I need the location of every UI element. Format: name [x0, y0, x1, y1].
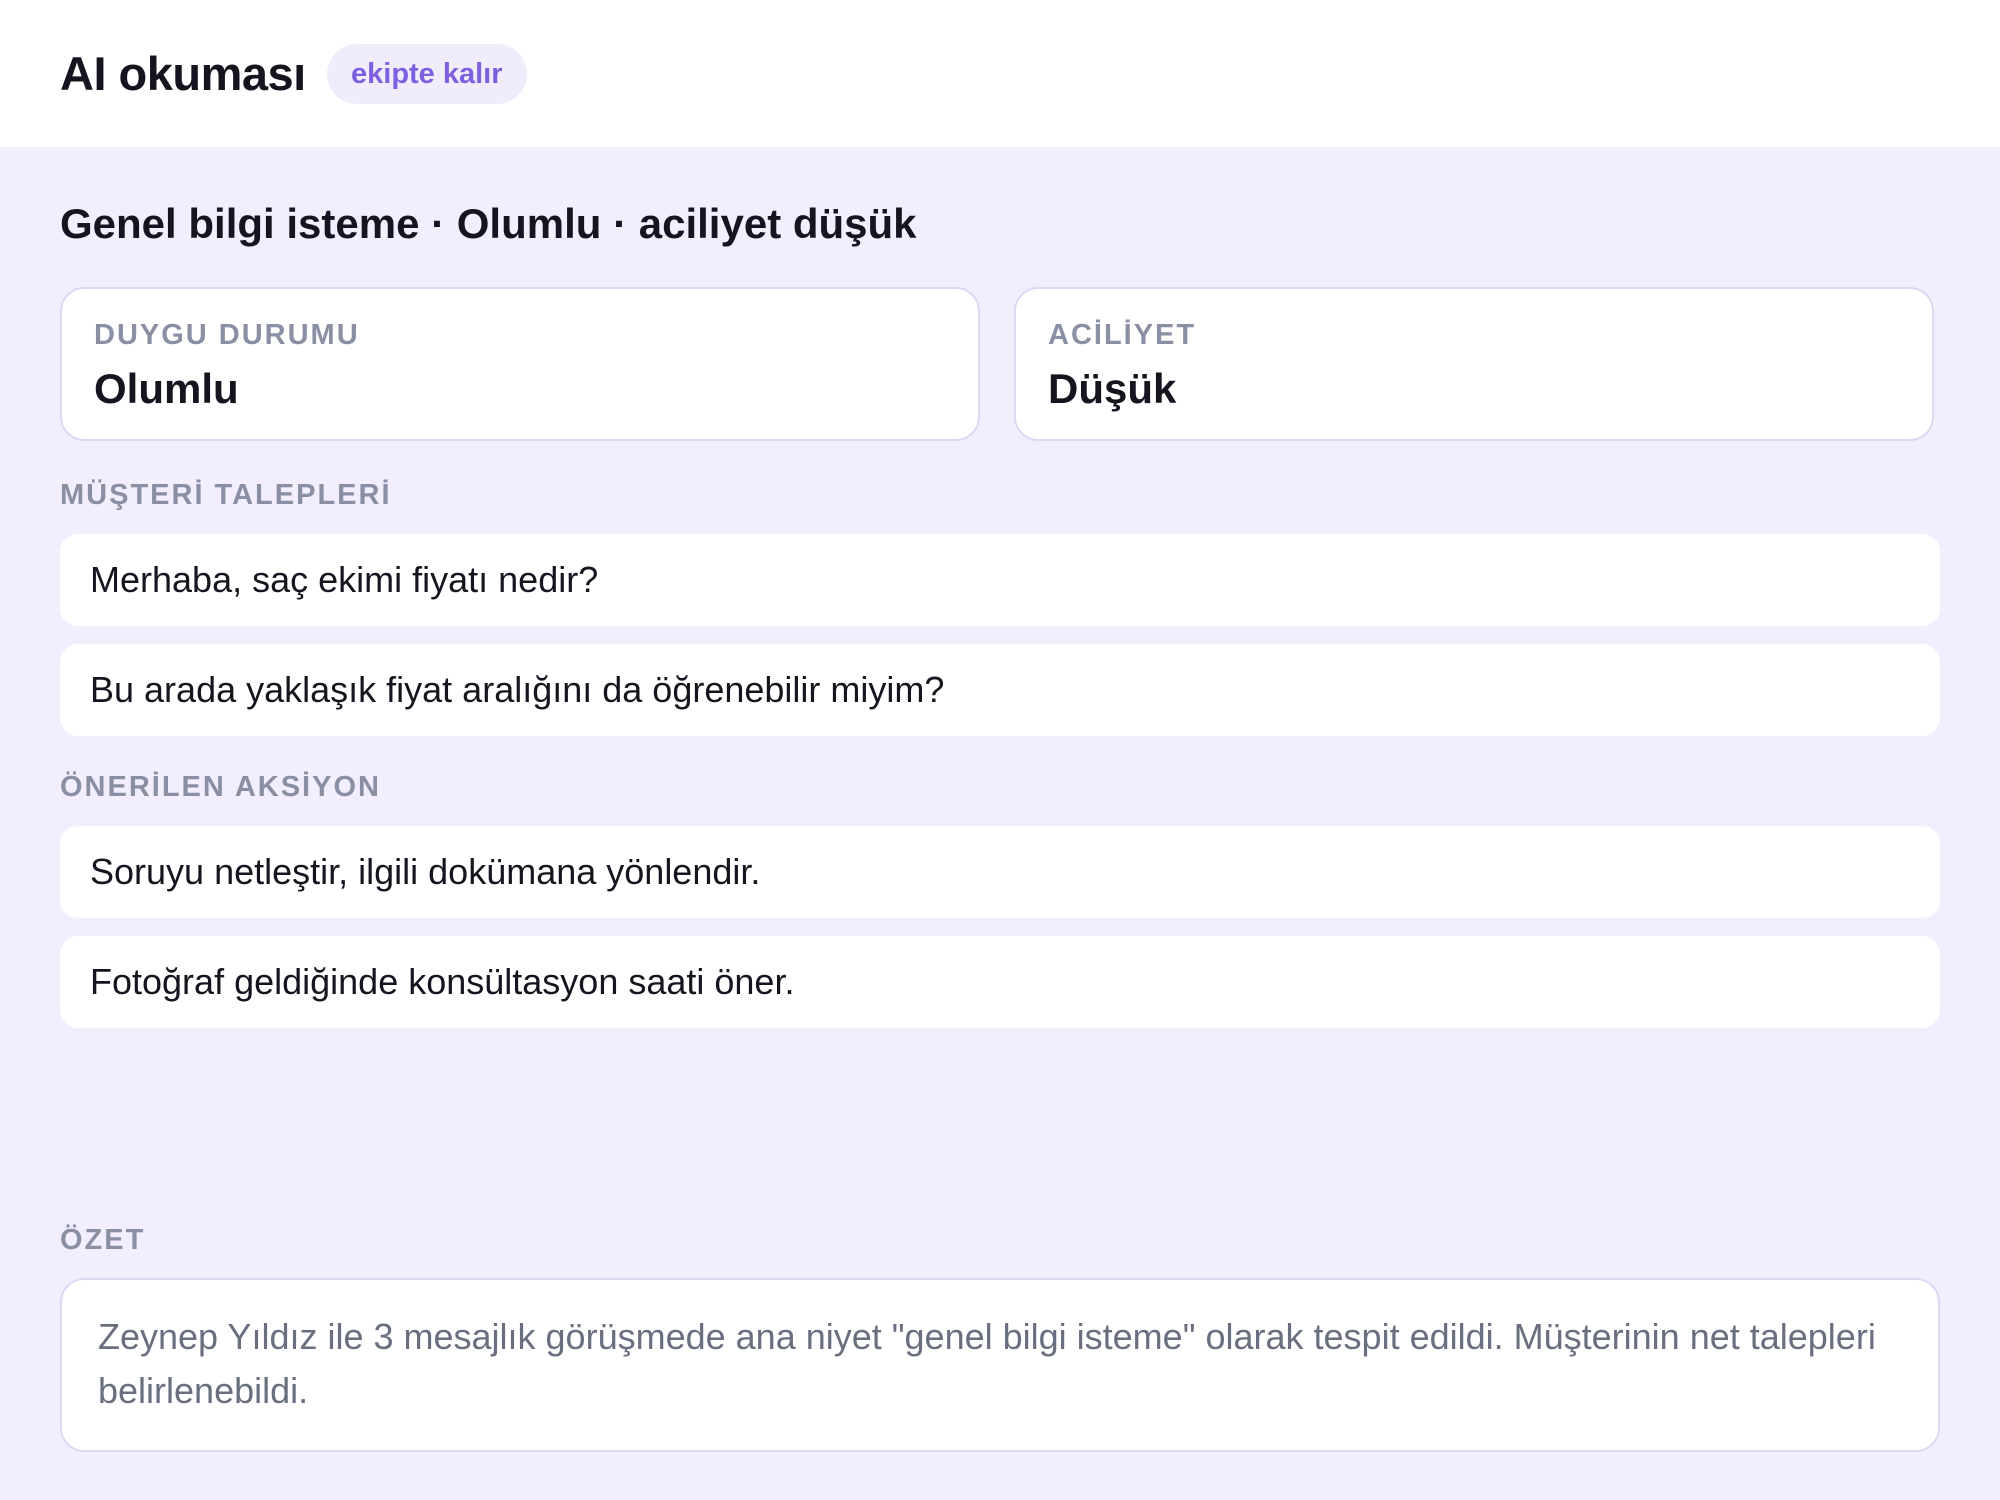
sentiment-label: DUYGU DURUMU	[94, 319, 360, 351]
sentiment-card: DUYGU DURUMU Olumlu	[60, 287, 980, 441]
urgency-label: ACİLİYET	[1048, 319, 1197, 351]
request-item: Merhaba, saç ekimi fiyatı nedir?	[60, 534, 1940, 626]
sentiment-value: Olumlu	[94, 365, 239, 412]
summary-text: Zeynep Yıldız ile 3 mesajlık görüşmede a…	[60, 1278, 1940, 1452]
actions-section-label: ÖNERİLEN AKSİYON	[60, 771, 381, 803]
urgency-value: Düşük	[1048, 365, 1177, 412]
summary-section-label: ÖZET	[60, 1224, 146, 1256]
action-item: Fotoğraf geldiğinde konsültasyon saati ö…	[60, 936, 1940, 1028]
request-item: Bu arada yaklaşık fiyat aralığını da öğr…	[60, 644, 1940, 736]
panel-header: AI okuması ekipte kalır	[0, 0, 2000, 147]
requests-section-label: MÜŞTERİ TALEPLERİ	[60, 479, 392, 511]
analysis-heading: Genel bilgi isteme · Olumlu · aciliyet d…	[60, 200, 917, 247]
urgency-card: ACİLİYET Düşük	[1014, 287, 1934, 441]
action-item: Soruyu netleştir, ilgili dokümana yönlen…	[60, 826, 1940, 918]
panel-title: AI okuması	[60, 47, 306, 100]
visibility-badge: ekipte kalır	[327, 44, 527, 104]
